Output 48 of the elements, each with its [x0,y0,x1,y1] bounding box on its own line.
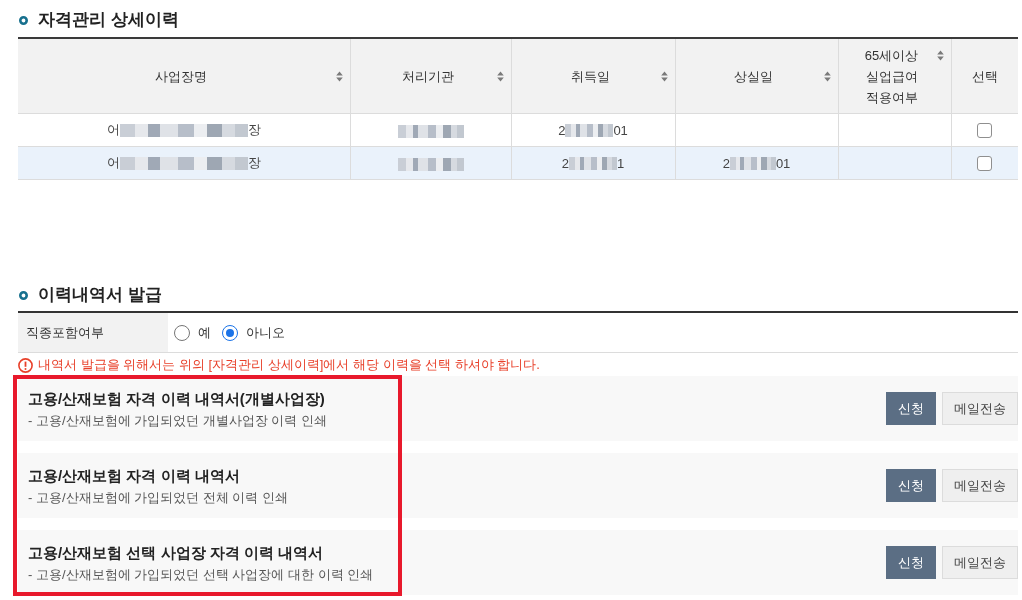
table-row[interactable]: 어 장 2 1 2 01 [18,146,1018,180]
sort-icon[interactable] [660,70,668,82]
document-title: 고용/산재보험 자격 이력 내역서 [28,465,241,486]
column-header: 선택 [971,67,1000,86]
cell-text: 어 [106,121,120,139]
redaction-blur [569,157,617,171]
cell-text: 어 [106,154,120,172]
document-title: 고용/산재보험 선택 사업장 자격 이력 내역서 [28,542,324,563]
document-description: - 고용/산재보험에 가입되었던 개별사업장 이력 인쇄 [28,411,327,429]
apply-button[interactable]: 신청 [886,546,936,579]
warning-text: 내역서 발급을 위해서는 위의 [자격관리 상세이력]에서 해당 이력을 선택 하셔야 합니다. [38,356,540,374]
apply-button[interactable]: 신청 [886,392,936,425]
email-send-button[interactable]: 메일전송 [942,469,1018,502]
document-title: 고용/산재보험 자격 이력 내역서(개별사업장) [28,388,326,409]
email-send-button[interactable]: 메일전송 [942,546,1018,579]
redaction-blur [729,157,776,171]
cell-text: 01 [613,123,628,139]
checkbox[interactable] [977,123,993,139]
apply-button[interactable]: 신청 [886,469,936,502]
cell-text: 2 [561,156,569,172]
sort-icon[interactable] [496,70,504,82]
sort-icon[interactable] [936,49,944,61]
redaction-blur [397,157,464,171]
radio-label[interactable]: 아니오 [246,323,285,342]
section-title: 자격관리 상세이력 [38,9,179,31]
checkbox[interactable] [977,156,993,172]
cell-text: 1 [617,156,625,172]
cell-text: 장 [247,121,261,139]
field-label: 직종포함여부 [18,313,168,352]
redaction-blur [565,124,614,138]
cell-text: 2 [558,123,566,139]
warning-icon [18,357,33,373]
radio-button[interactable] [174,324,190,341]
email-send-button[interactable]: 메일전송 [942,392,1018,425]
radio-label[interactable]: 예 [198,323,211,342]
redaction-blur [397,124,464,138]
bullet-icon [19,290,28,300]
radio-button[interactable] [222,324,238,341]
cell-text: 2 [722,156,730,172]
table-row[interactable]: 어 장 2 01 [18,113,1018,147]
document-description: - 고용/산재보험에 가입되었던 전체 이력 인쇄 [28,488,288,506]
bullet-icon [19,15,28,25]
cell-text: 01 [775,156,791,172]
sort-icon[interactable] [335,70,343,82]
section-title: 이력내역서 발급 [38,284,162,306]
document-description: - 고용/산재보험에 가입되었던 선택 사업장에 대한 이력 인쇄 [28,565,374,583]
cell-text: 장 [247,154,261,172]
sort-icon[interactable] [823,70,831,82]
